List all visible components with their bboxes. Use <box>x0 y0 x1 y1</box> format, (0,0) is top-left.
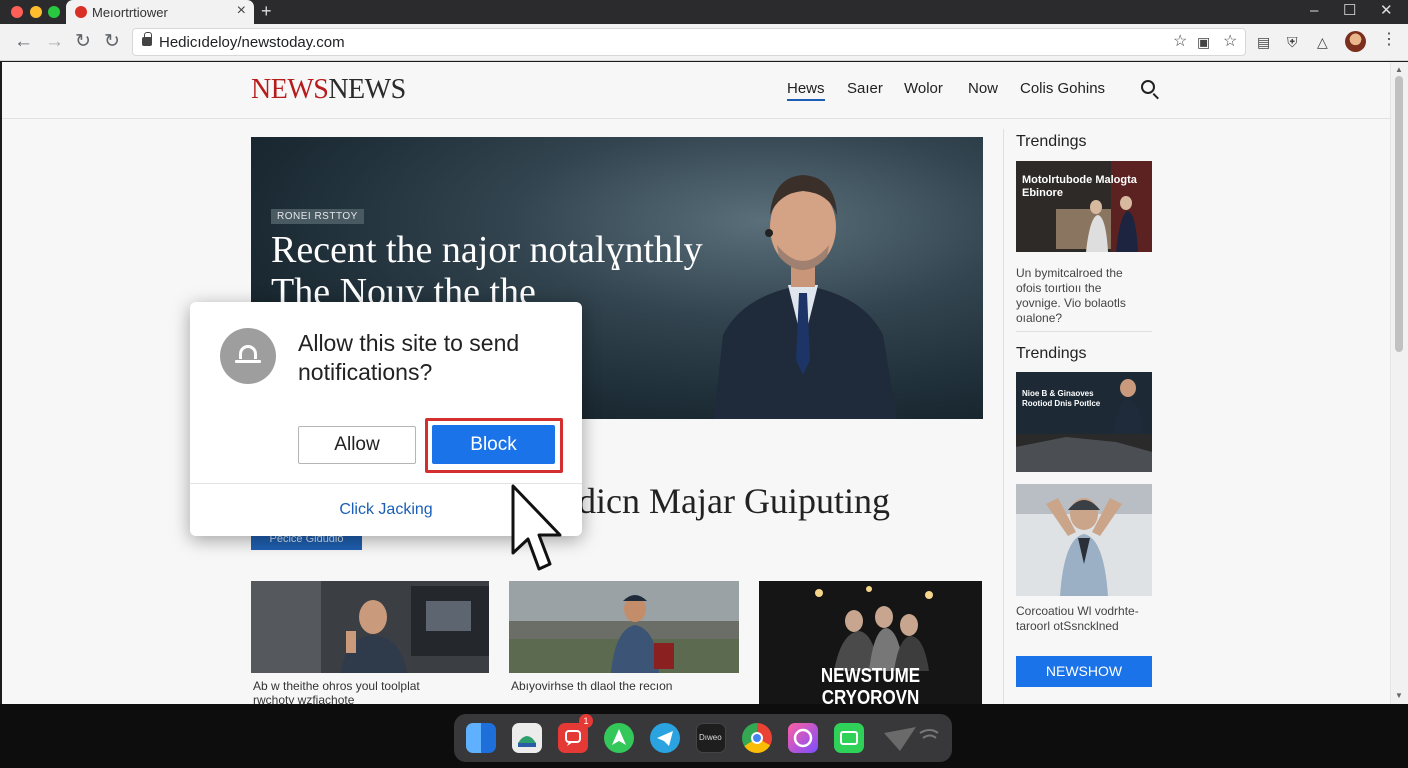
terminal-icon[interactable]: Dıweo <box>696 723 726 753</box>
back-icon[interactable]: ← <box>14 31 33 53</box>
sidebar-heading-1: Trendings <box>1016 133 1087 150</box>
lock-icon <box>142 32 152 46</box>
article-image-2 <box>509 581 739 673</box>
sidebar-divider <box>1016 331 1152 332</box>
chrome-icon[interactable] <box>742 723 772 753</box>
trending-image-1[interactable]: Motolrtubode Malogta Ebinore <box>1016 161 1152 252</box>
maps-icon[interactable] <box>604 723 634 753</box>
trending-caption-3-line-2: taroorl otSsncklned <box>1016 619 1119 633</box>
avatar[interactable] <box>1345 31 1366 52</box>
article-image-3: NEWSTUME CRYOROVN <box>759 581 982 704</box>
reload-icon[interactable]: ↻ <box>75 31 91 53</box>
trending-image-2-text: Nioe B & Ginaoves Rootiod Dnis Poıtlce <box>1022 389 1101 408</box>
music-icon[interactable] <box>788 723 818 753</box>
nav-link-5[interactable]: Colis Gohins <box>1020 80 1105 97</box>
article-image-3-overlay: NEWSTUME CRYOROVN <box>776 665 966 704</box>
scroll-up-icon[interactable]: ▲ <box>1395 66 1403 74</box>
newshow-button[interactable]: NEWSHOW <box>1016 656 1152 687</box>
screen: Meıortrtiower × + – ☐ ✕ ← → ↻ ↻ Hedicıde… <box>0 0 1408 768</box>
browser-toolbar: ← → ↻ ↻ Hedicıdeloy/newstoday.com ☆ ▣ ☆ … <box>0 24 1408 61</box>
star-icon[interactable]: ☆ <box>1173 33 1187 51</box>
facetime-icon[interactable] <box>834 723 864 753</box>
trending-caption-1-line-1: Un bymitcalroed the <box>1016 266 1123 280</box>
logo-part-2: NEWS <box>328 74 406 105</box>
active-tab[interactable]: Meıortrtiower × <box>66 0 254 24</box>
address-bar[interactable]: Hedicıdeloy/newstoday.com ☆ ▣ ☆ <box>132 28 1246 56</box>
mouse-pointer-icon <box>511 484 562 571</box>
trending-caption-3-line-1: Corcoatiou Wl vodrhte- <box>1016 604 1139 618</box>
trending-sidebar: Trendings Motolrtubode Malogta Ebinore U… <box>1003 129 1162 704</box>
article-caption-1: Ab w theithe ohros youl toolplat rwchoty… <box>253 679 420 704</box>
sidebar-heading-2: Trendings <box>1016 345 1087 362</box>
minimize-icon[interactable]: – <box>1310 1 1318 21</box>
close-window-dot[interactable] <box>11 6 23 18</box>
site-header: NEWSNEWS Hews Saıer Wolor Now Colis Gohi… <box>2 62 1390 119</box>
trending-caption-1[interactable]: Un bymitcalroed the ofois toırtioıı the … <box>1016 266 1126 326</box>
dialog-title: Allow this site to send notifications? <box>298 330 520 385</box>
bell-icon <box>220 328 276 384</box>
tab-title: Meıortrtiower <box>92 5 168 20</box>
url-text: Hedicıdeloy/newstoday.com <box>159 34 345 51</box>
bell-icon[interactable]: △ <box>1317 33 1328 51</box>
forward-icon[interactable]: → <box>45 31 64 53</box>
app-dock: Dıweo <box>454 714 952 762</box>
photos-icon[interactable] <box>512 723 542 753</box>
trending-image-3[interactable] <box>1016 484 1152 596</box>
desktop-dock-area: Dıweo <box>0 704 1408 768</box>
messages-badge: 1 <box>579 714 593 728</box>
block-button[interactable]: Block <box>432 425 555 464</box>
tab-bar: Meıortrtiower × + – ☐ ✕ <box>0 0 1408 24</box>
page-scrollbar[interactable]: ▲ ▼ <box>1390 62 1408 704</box>
chrome-center-shape <box>751 732 763 744</box>
kebab-menu-icon[interactable]: ⋮ <box>1381 31 1397 49</box>
close-icon[interactable]: ✕ <box>1380 1 1393 21</box>
article-image-1 <box>251 581 489 673</box>
cast-icon[interactable]: ▣ <box>1197 33 1210 51</box>
article-caption-1-line-2: rwchoty wzfiachote <box>253 693 355 704</box>
favicon-icon <box>75 6 87 18</box>
new-tab-icon[interactable]: + <box>261 1 272 21</box>
minimize-window-dot[interactable] <box>30 6 42 18</box>
article-caption-2-line-1: Abıyovirhse th dlaol the recıon <box>511 679 673 693</box>
article-image-3-overlay-line-2: CRYOROVN <box>821 687 920 704</box>
scroll-down-icon[interactable]: ▼ <box>1395 692 1403 700</box>
extension-icon[interactable]: ▤ <box>1257 33 1270 51</box>
article-caption-2: Abıyovirhse th dlaol the recıon <box>511 679 672 693</box>
bell-body-shape <box>239 345 257 359</box>
secondary-headline[interactable]: dicn Majar Guiputing <box>578 480 890 522</box>
reload-icon[interactable]: ↻ <box>104 31 120 53</box>
maximize-icon[interactable]: ☐ <box>1343 1 1356 21</box>
trending-image-2[interactable]: Nioe B & Ginaoves Rootiod Dnis Poıtlce <box>1016 372 1152 472</box>
hero-portrait-image <box>713 175 897 419</box>
hero-category-tag: RONEI RSTTOY <box>271 209 364 224</box>
trending-caption-1-line-2: ofois toırtioıı the <box>1016 281 1102 295</box>
search-icon[interactable] <box>1141 80 1155 94</box>
close-tab-icon[interactable]: × <box>237 2 246 20</box>
scroll-thumb[interactable] <box>1395 76 1403 352</box>
finder-icon[interactable] <box>466 723 496 753</box>
allow-button[interactable]: Allow <box>298 426 416 464</box>
trending-caption-1-line-3: yovnige. Vio bolaotls <box>1016 296 1126 310</box>
trending-caption-1-line-4: oıalone? <box>1016 311 1063 325</box>
site-logo[interactable]: NEWSNEWS <box>251 74 406 106</box>
article-caption-1-line-1: Ab w theithe ohros youl toolplat <box>253 679 420 693</box>
trending-image-1-text: Motolrtubode Malogta Ebinore <box>1022 174 1137 199</box>
bell-base-shape <box>235 360 261 363</box>
zoom-window-dot[interactable] <box>48 6 60 18</box>
wifi-icon[interactable] <box>880 723 940 753</box>
shield-icon[interactable]: ⛨ <box>1287 33 1298 51</box>
nav-link-2[interactable]: Saıer <box>847 80 883 97</box>
terminal-label: Dıweo <box>699 733 722 742</box>
nav-link-4[interactable]: Now <box>968 80 998 97</box>
trending-caption-3[interactable]: Corcoatiou Wl vodrhte- taroorl otSsnckln… <box>1016 604 1139 634</box>
hero-headline-line-1: Recent the najor notalɣnthly <box>271 229 703 271</box>
bookmark-icon[interactable]: ☆ <box>1223 33 1237 51</box>
nav-link-3[interactable]: Wolor <box>904 80 943 97</box>
logo-part-1: NEWS <box>251 74 329 105</box>
nav-link-1[interactable]: Hews <box>787 80 825 101</box>
article-image-3-overlay-line-1: NEWSTUME <box>820 665 921 687</box>
telegram-icon[interactable] <box>650 723 680 753</box>
